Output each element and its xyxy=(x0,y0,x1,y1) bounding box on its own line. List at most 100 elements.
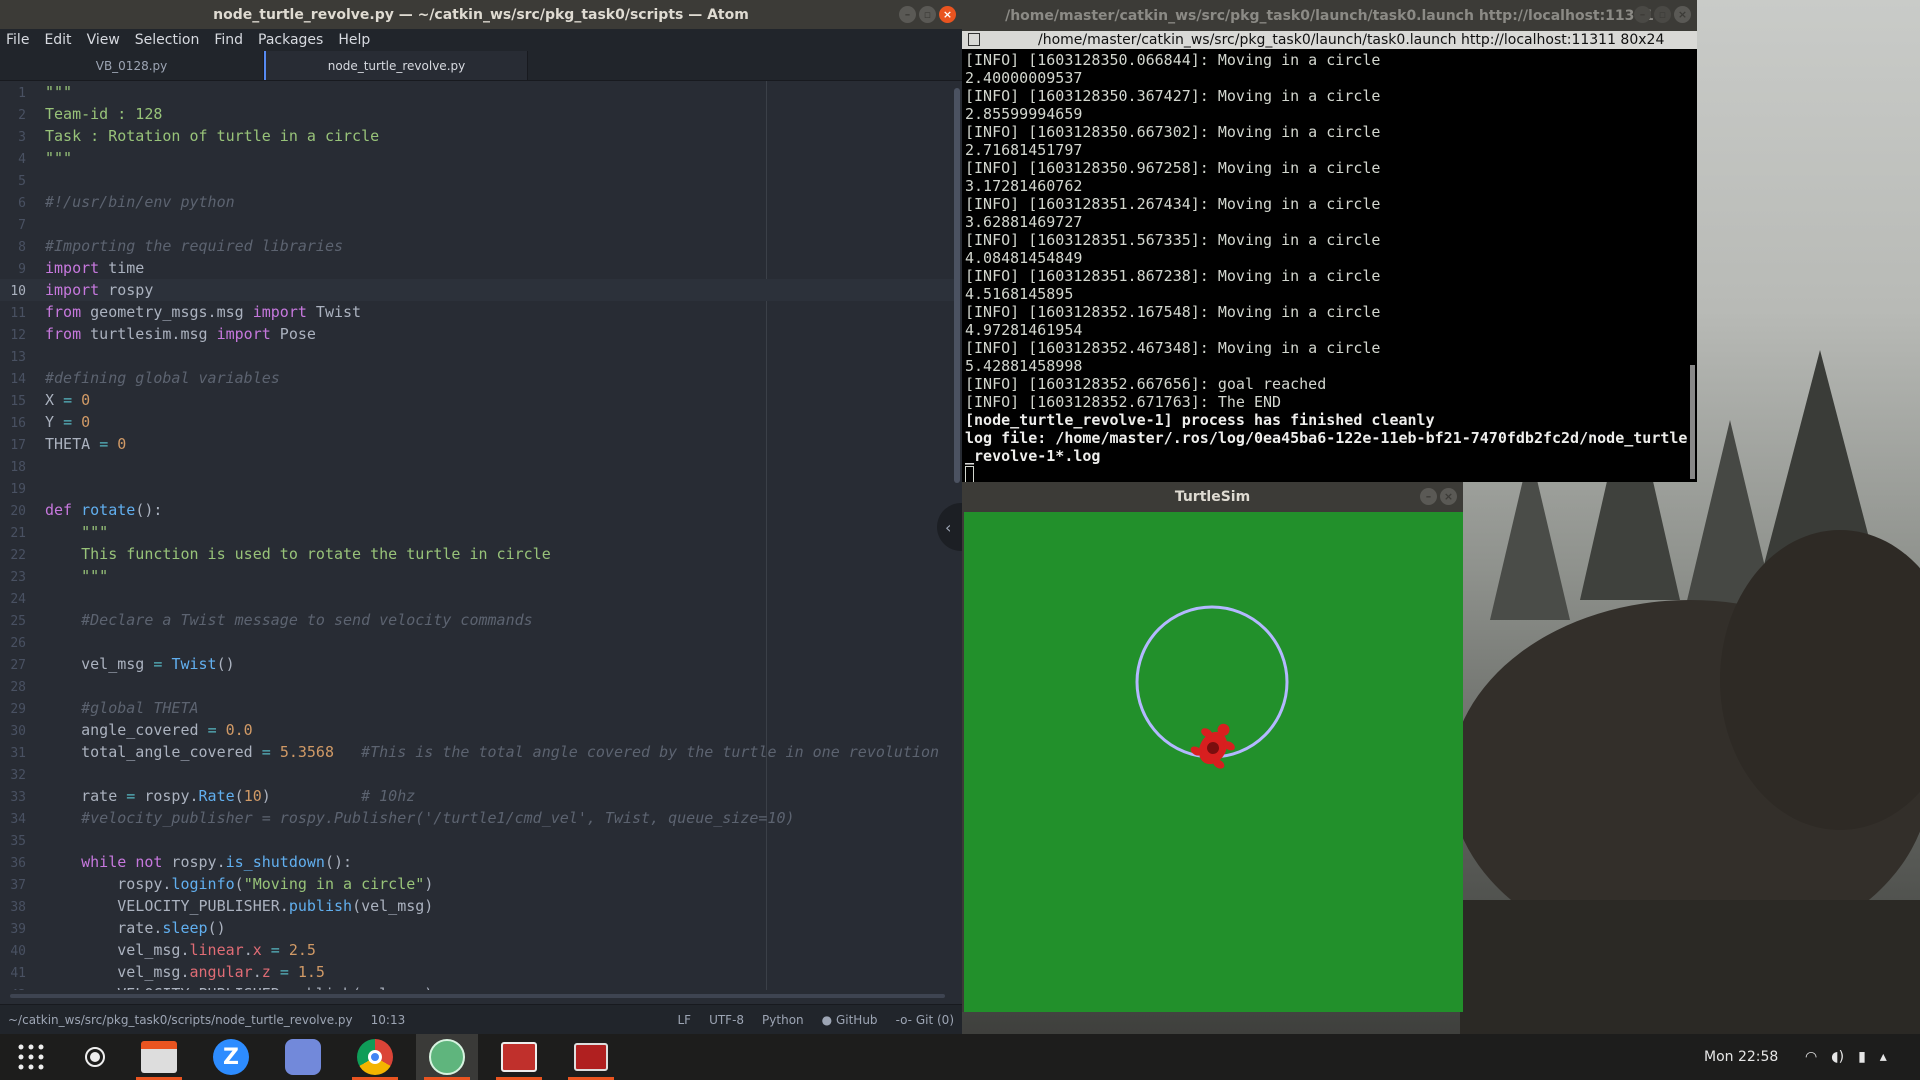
zoom-app-button[interactable]: Z xyxy=(200,1034,262,1080)
clock[interactable]: Mon 22:58 xyxy=(1704,1034,1778,1080)
code-line[interactable]: 3 Task : Rotation of turtle in a circle xyxy=(0,125,956,147)
maximize-button[interactable]: ▫ xyxy=(919,6,936,23)
code-line[interactable]: 18 xyxy=(0,455,956,477)
terminal-tab-title[interactable]: /home/master/catkin_ws/src/pkg_task0/lau… xyxy=(1038,31,1664,49)
discord-icon xyxy=(285,1039,321,1075)
code-line[interactable]: 16 Y = 0 xyxy=(0,411,956,433)
chrome-app-button[interactable] xyxy=(344,1034,406,1080)
wifi-icon[interactable]: ◠ xyxy=(1805,1049,1817,1065)
menu-view[interactable]: View xyxy=(87,32,120,48)
terminal-output[interactable]: [INFO] [1603128350.066844]: Moving in a … xyxy=(962,49,1697,485)
tab-vb-0128[interactable]: VB_0128.py xyxy=(0,51,264,80)
code-line[interactable]: 19 xyxy=(0,477,956,499)
line-number: 27 xyxy=(10,658,26,673)
discord-app-button[interactable] xyxy=(272,1034,334,1080)
minimize-button[interactable]: – xyxy=(1634,6,1651,23)
files-app-button[interactable] xyxy=(128,1034,190,1080)
turtlesim-titlebar[interactable]: TurtleSim – × xyxy=(962,482,1463,512)
tab-node-turtle-revolve[interactable]: node_turtle_revolve.py xyxy=(264,51,528,80)
code-line[interactable]: 23 """ xyxy=(0,565,956,587)
code-line[interactable]: 40 vel_msg.linear.x = 2.5 xyxy=(0,939,956,961)
status-github[interactable]: ● GitHub xyxy=(822,1013,878,1027)
line-number: 42 xyxy=(0,985,26,990)
terminal-app-button[interactable] xyxy=(488,1034,550,1080)
code-line[interactable]: 33 rate = rospy.Rate(10) # 10hz xyxy=(0,785,956,807)
vertical-scrollbar[interactable] xyxy=(954,88,960,483)
code-text: def rotate(): xyxy=(45,501,163,519)
menu-selection[interactable]: Selection xyxy=(135,32,200,48)
minimize-button[interactable]: – xyxy=(899,6,916,23)
code-line[interactable]: 30 angle_covered = 0.0 xyxy=(0,719,956,741)
close-button[interactable]: × xyxy=(1674,6,1691,23)
menu-file[interactable]: File xyxy=(6,32,29,48)
horizontal-scrollbar[interactable] xyxy=(10,994,945,998)
code-line[interactable]: 7 xyxy=(0,213,956,235)
code-line[interactable]: 8 #Importing the required libraries xyxy=(0,235,956,257)
code-line[interactable]: 41 vel_msg.angular.z = 1.5 xyxy=(0,961,956,983)
code-line[interactable]: 25 #Declare a Twist message to send velo… xyxy=(0,609,956,631)
status-cursor-position[interactable]: 10:13 xyxy=(371,1013,406,1027)
code-line[interactable]: 20 def rotate(): xyxy=(0,499,956,521)
code-line[interactable]: 42 VELOCITY_PUBLISHER.publish(vel_msg) xyxy=(0,983,956,990)
close-button[interactable]: × xyxy=(939,6,956,23)
chevron-up-icon[interactable]: ▴ xyxy=(1880,1049,1887,1065)
menu-packages[interactable]: Packages xyxy=(258,32,323,48)
code-line[interactable]: 36 while not rospy.is_shutdown(): xyxy=(0,851,956,873)
maximize-button[interactable]: ▫ xyxy=(1654,6,1671,23)
terminal-scrollbar[interactable] xyxy=(1690,365,1695,479)
code-line[interactable]: 31 total_angle_covered = 5.3568 #This is… xyxy=(0,741,956,763)
show-applications-button[interactable] xyxy=(0,1034,62,1080)
status-file-path[interactable]: ~/catkin_ws/src/pkg_task0/scripts/node_t… xyxy=(8,1013,353,1027)
code-line[interactable]: 29 #global THETA xyxy=(0,697,956,719)
code-line[interactable]: 22 This function is used to rotate the t… xyxy=(0,543,956,565)
code-line[interactable]: 11 from geometry_msgs.msg import Twist xyxy=(0,301,956,323)
code-line[interactable]: 27 vel_msg = Twist() xyxy=(0,653,956,675)
code-line[interactable]: 35 xyxy=(0,829,956,851)
status-grammar[interactable]: Python xyxy=(762,1013,804,1027)
code-line[interactable]: 12 from turtlesim.msg import Pose xyxy=(0,323,956,345)
menu-help[interactable]: Help xyxy=(338,32,370,48)
volume-icon[interactable]: ◖) xyxy=(1831,1049,1844,1065)
git-commit-icon: -o- xyxy=(895,1012,913,1027)
code-line[interactable]: 34 #velocity_publisher = rospy.Publisher… xyxy=(0,807,956,829)
code-line[interactable]: 15 X = 0 xyxy=(0,389,956,411)
code-line[interactable]: 39 rate.sleep() xyxy=(0,917,956,939)
code-line[interactable]: 6 #!/usr/bin/env python xyxy=(0,191,956,213)
code-line[interactable]: 10 import rospy xyxy=(0,279,956,301)
code-line[interactable]: 24 xyxy=(0,587,956,609)
status-encoding[interactable]: UTF-8 xyxy=(709,1013,744,1027)
minimize-button[interactable]: – xyxy=(1420,488,1437,505)
code-line[interactable]: 2 Team-id : 128 xyxy=(0,103,956,125)
code-line[interactable]: 1 """ xyxy=(0,81,956,103)
close-button[interactable]: × xyxy=(1440,488,1457,505)
code-line[interactable]: 13 xyxy=(0,345,956,367)
screen-recorder-button[interactable] xyxy=(72,1034,118,1080)
terminal-line: [INFO] [1603128351.567335]: Moving in a … xyxy=(965,231,1381,249)
menu-edit[interactable]: Edit xyxy=(44,32,71,48)
new-tab-icon[interactable] xyxy=(968,33,980,46)
code-line[interactable]: 28 xyxy=(0,675,956,697)
menu-find[interactable]: Find xyxy=(214,32,243,48)
code-line[interactable]: 4 """ xyxy=(0,147,956,169)
window-title: node_turtle_revolve.py — ~/catkin_ws/src… xyxy=(213,6,749,23)
atom-titlebar[interactable]: node_turtle_revolve.py — ~/catkin_ws/src… xyxy=(0,0,962,29)
code-line[interactable]: 17 THETA = 0 xyxy=(0,433,956,455)
code-line[interactable]: 38 VELOCITY_PUBLISHER.publish(vel_msg) xyxy=(0,895,956,917)
code-line[interactable]: 9 import time xyxy=(0,257,956,279)
code-line[interactable]: 26 xyxy=(0,631,956,653)
status-git[interactable]: -o- Git (0) xyxy=(896,1013,954,1027)
status-line-ending[interactable]: LF xyxy=(677,1013,691,1027)
code-line[interactable]: 37 rospy.loginfo("Moving in a circle") xyxy=(0,873,956,895)
code-line[interactable]: 32 xyxy=(0,763,956,785)
code-line[interactable]: 21 """ xyxy=(0,521,956,543)
files-icon xyxy=(141,1041,177,1073)
atom-app-button[interactable] xyxy=(416,1034,478,1080)
system-tray[interactable]: ◠ ◖) ▮ ▴ xyxy=(1805,1034,1887,1080)
code-line[interactable]: 14 #defining global variables xyxy=(0,367,956,389)
code-editor[interactable]: 1 """ 2 Team-id : 128 3 Task : Rotation of tu… xyxy=(0,81,956,990)
turtlesim-app-button[interactable] xyxy=(560,1034,622,1080)
code-line[interactable]: 5 xyxy=(0,169,956,191)
line-number: 22 xyxy=(10,548,26,563)
battery-icon[interactable]: ▮ xyxy=(1858,1049,1866,1065)
terminal-titlebar[interactable]: /home/master/catkin_ws/src/pkg_task0/lau… xyxy=(962,0,1697,31)
